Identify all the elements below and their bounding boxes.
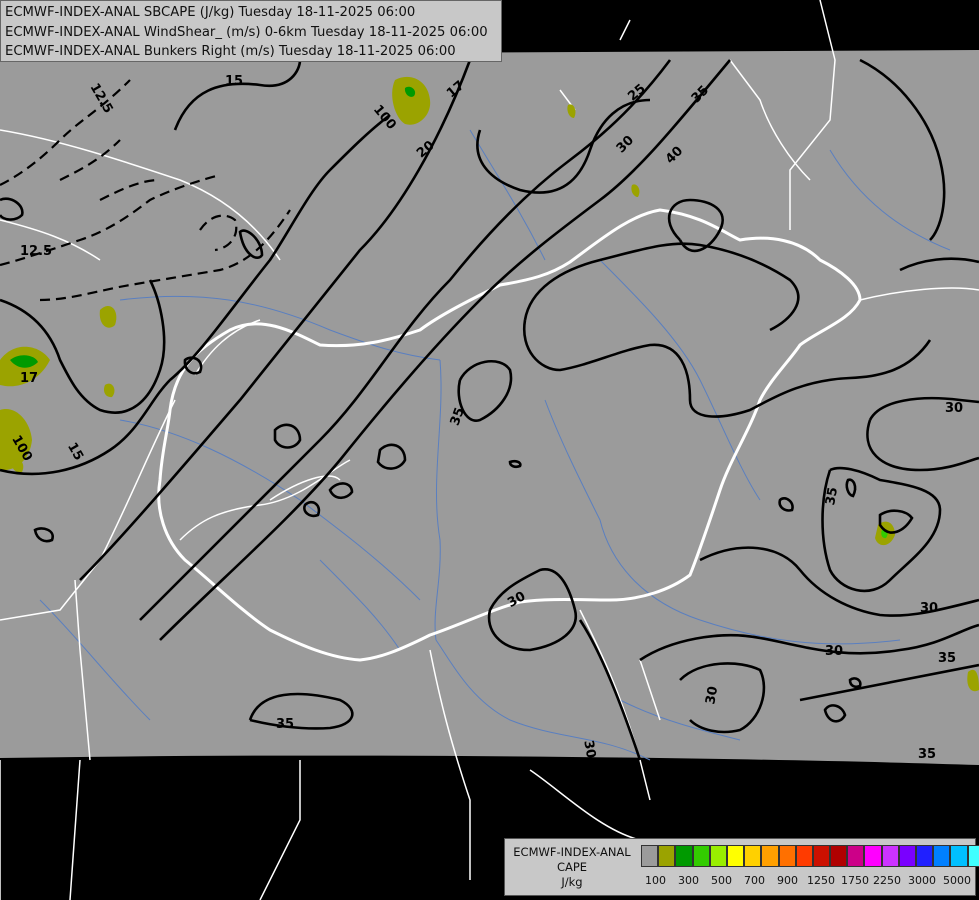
legend-tick-label: 3000: [908, 874, 936, 887]
legend-swatch: [916, 845, 934, 867]
legend-swatch: [881, 845, 899, 867]
contour-label: 35: [938, 651, 956, 666]
contour-label: 35: [823, 486, 841, 506]
legend-swatch: [967, 845, 979, 867]
legend-swatch: [761, 845, 779, 867]
legend-swatch: [726, 845, 745, 867]
contour-label: 30: [703, 685, 721, 705]
legend-tick-label: 700: [744, 874, 765, 887]
legend-swatch: [709, 845, 727, 867]
legend-label: ECMWF-INDEX-ANAL CAPE J/kg: [507, 845, 637, 890]
legend-swatches: [641, 845, 979, 867]
legend-swatch: [812, 845, 831, 867]
legend-swatch: [933, 845, 951, 867]
legend-line-2: CAPE: [556, 860, 588, 874]
legend-ticks: 100 300 500 700 900 1250 1750 2250 3000 5000: [641, 874, 971, 888]
map-title-box: ECMWF-INDEX-ANAL SBCAPE (J/kg) Tuesday 1…: [0, 0, 502, 62]
title-windshear: ECMWF-INDEX-ANAL WindShear_ (m/s) 0-6km …: [5, 24, 488, 40]
contour-label: 30: [580, 739, 598, 759]
contour-label: 35: [276, 717, 294, 732]
legend-swatch: [864, 845, 882, 867]
legend-tick-label: 1750: [841, 874, 869, 887]
title-bunkers: ECMWF-INDEX-ANAL Bunkers Right (m/s) Tue…: [5, 44, 456, 59]
legend-tick-label: 300: [678, 874, 699, 887]
contour-label: 35: [918, 747, 936, 762]
legend-swatch: [898, 845, 916, 867]
legend-swatch: [795, 845, 813, 867]
legend-tick-label: 1250: [807, 874, 835, 887]
contour-label: 17: [20, 371, 38, 386]
legend-swatch: [744, 845, 762, 867]
title-sbcape: ECMWF-INDEX-ANAL SBCAPE (J/kg) Tuesday 1…: [5, 5, 416, 20]
legend-swatch: [692, 845, 710, 867]
legend-swatch: [641, 845, 659, 867]
legend-swatch: [675, 845, 693, 867]
contour-label: 12.5: [20, 244, 52, 259]
legend-swatch: [950, 845, 968, 867]
legend-swatch: [778, 845, 796, 867]
contour-label: 30: [825, 644, 843, 659]
legend-tick-label: 5000: [943, 874, 971, 887]
legend-line-1: ECMWF-INDEX-ANAL: [513, 845, 631, 859]
weather-map: 12.5 12.5 15 15 17 17 20 25 30 30 30 30 …: [0, 0, 979, 900]
legend-tick-label: 900: [777, 874, 798, 887]
contour-label: 35: [355, 759, 373, 774]
legend-tick-label: 500: [711, 874, 732, 887]
legend-line-3: J/kg: [561, 875, 583, 889]
cape-legend: ECMWF-INDEX-ANAL CAPE J/kg 100 300 500 700 9…: [504, 838, 979, 896]
contour-label: 30: [920, 601, 938, 616]
legend-tick-label: 100: [645, 874, 666, 887]
legend-tick-label: 2250: [873, 874, 901, 887]
contour-label: 15: [225, 74, 243, 89]
legend-swatch: [847, 845, 865, 867]
contour-label: 30: [945, 401, 963, 416]
legend-swatch: [830, 845, 848, 867]
legend-swatch: [658, 845, 676, 867]
